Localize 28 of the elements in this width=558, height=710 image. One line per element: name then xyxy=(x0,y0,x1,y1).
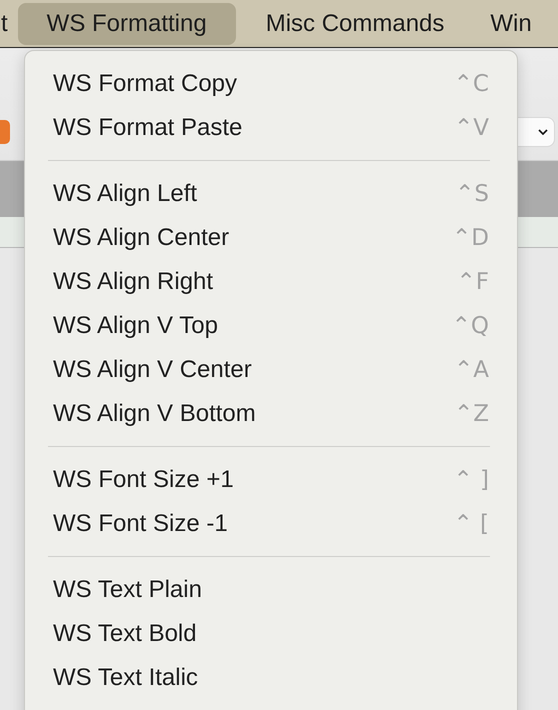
shortcut-label: ⌃Z xyxy=(454,401,489,427)
menu-item[interactable]: WS Align Center ⌃D xyxy=(25,216,517,260)
shortcut-label: ⌃V xyxy=(454,115,489,141)
shortcut-label: ⌃C xyxy=(454,71,489,97)
menu-item[interactable]: WS Align V Bottom ⌃Z xyxy=(25,392,517,436)
menu-bar-item[interactable]: WS Formatting xyxy=(18,2,236,44)
menu-bar-item[interactable]: Misc Commands xyxy=(250,2,460,44)
menu-item[interactable]: WS Align V Center ⌃A xyxy=(25,348,517,392)
shortcut-label: ⌃D xyxy=(452,225,489,251)
menu-item[interactable]: WS Format Paste ⌃V xyxy=(25,106,517,150)
chevron-down-icon xyxy=(538,129,548,135)
menu-item[interactable]: WS Align Left ⌃S xyxy=(25,172,517,216)
menu-item[interactable]: WS Text Italic xyxy=(25,656,517,700)
menu-item[interactable]: WS Font Size +1 ⌃ ] xyxy=(25,458,517,502)
menu-item[interactable]: WS Align V Top ⌃Q xyxy=(25,304,517,348)
shortcut-label: ⌃ ] xyxy=(453,467,489,493)
shortcut-label: ⌃Q xyxy=(452,313,489,339)
menu-bar-item[interactable]: Win xyxy=(474,2,548,44)
menu-item[interactable]: WS Text Bold xyxy=(25,612,517,656)
shortcut-label: ⌃ [ xyxy=(453,511,489,537)
menu-item[interactable]: WS Align Right ⌃F xyxy=(25,260,517,304)
menu-bar-item[interactable]: t xyxy=(0,2,8,44)
shortcut-label: ⌃F xyxy=(456,269,489,295)
shortcut-label: ⌃S xyxy=(455,181,489,207)
shortcut-label: ⌃A xyxy=(454,357,489,383)
menu-item[interactable]: WS Text Plain xyxy=(25,568,517,612)
menu-item[interactable]: WS Font Size -1 ⌃ [ xyxy=(25,502,517,546)
menu-item[interactable]: WS Format Copy ⌃C xyxy=(25,62,517,106)
